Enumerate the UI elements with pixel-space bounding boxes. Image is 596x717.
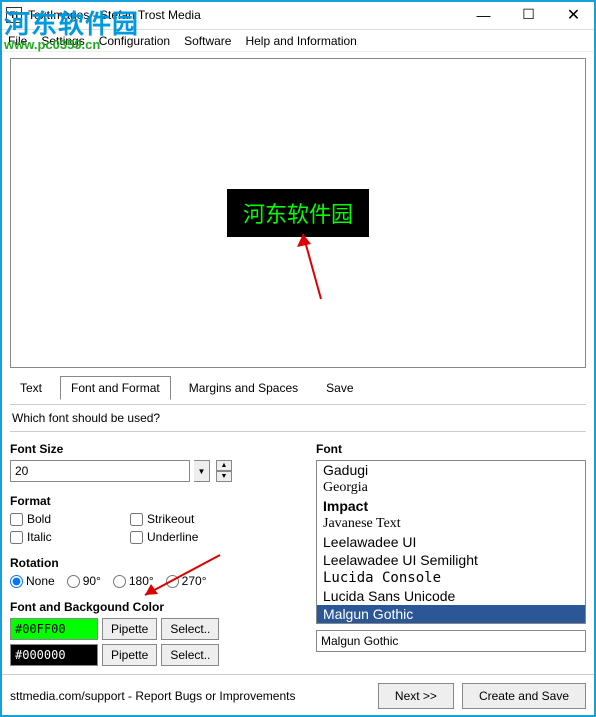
font-color-input[interactable]	[10, 618, 98, 640]
color-label: Font and Backgound Color	[10, 600, 300, 614]
create-save-button[interactable]: Create and Save	[462, 683, 586, 709]
font-item-lucida-sans[interactable]: Lucida Sans Unicode	[317, 587, 585, 605]
window-title: TextImages - Stefan Trost Media	[28, 8, 461, 22]
font-item-leelawadee-semi[interactable]: Leelawadee UI Semilight	[317, 551, 585, 569]
footer: sttmedia.com/support - Report Bugs or Im…	[0, 674, 596, 717]
bg-color-pipette-button[interactable]: Pipette	[102, 644, 157, 666]
bold-checkbox[interactable]: Bold	[10, 512, 130, 526]
tab-text[interactable]: Text	[10, 377, 52, 399]
preview-area: 河东软件园	[10, 58, 586, 368]
strikeout-checkbox[interactable]: Strikeout	[130, 512, 250, 526]
titlebar: TI TextImages - Stefan Trost Media — ☐ ✕	[0, 0, 596, 30]
menu-configuration[interactable]: Configuration	[99, 34, 170, 48]
font-item-lucida-console[interactable]: Lucida Console	[317, 569, 585, 587]
font-color-pipette-button[interactable]: Pipette	[102, 618, 157, 640]
rotation-none-radio[interactable]: None	[10, 574, 55, 588]
rotation-90-radio[interactable]: 90°	[67, 574, 101, 588]
font-label: Font	[316, 442, 586, 456]
format-label: Format	[10, 494, 300, 508]
close-button[interactable]: ✕	[551, 0, 596, 29]
font-item-leelawadee[interactable]: Leelawadee UI	[317, 533, 585, 551]
font-size-label: Font Size	[10, 442, 300, 456]
tab-bar: Text Font and Format Margins and Spaces …	[10, 376, 586, 400]
bg-color-select-button[interactable]: Select..	[161, 644, 219, 666]
font-item-malgun-semi[interactable]: Malgun Gothic Semilight	[317, 623, 585, 624]
tab-font-format[interactable]: Font and Format	[60, 376, 171, 400]
font-item-javanese[interactable]: Javanese Text	[317, 515, 585, 533]
maximize-button[interactable]: ☐	[506, 0, 551, 29]
font-list[interactable]: Gadugi Georgia Impact Javanese Text Leel…	[316, 460, 586, 624]
tab-margins[interactable]: Margins and Spaces	[179, 377, 308, 399]
font-item-georgia[interactable]: Georgia	[317, 479, 585, 497]
font-size-down-icon[interactable]: ▼	[216, 471, 232, 482]
font-item-gadugi[interactable]: Gadugi	[317, 461, 585, 479]
font-size-input[interactable]	[10, 460, 190, 482]
rotation-180-radio[interactable]: 180°	[113, 574, 154, 588]
menu-settings[interactable]: Settings	[41, 34, 84, 48]
rotation-270-radio[interactable]: 270°	[166, 574, 207, 588]
menubar: File Settings Configuration Software Hel…	[0, 30, 596, 52]
font-item-impact[interactable]: Impact	[317, 497, 585, 515]
next-button[interactable]: Next >>	[378, 683, 454, 709]
font-size-dropdown-icon[interactable]: ▼	[194, 460, 210, 482]
annotation-arrow-icon	[291, 229, 331, 309]
menu-file[interactable]: File	[8, 34, 27, 48]
font-item-malgun[interactable]: Malgun Gothic	[317, 605, 585, 623]
menu-help[interactable]: Help and Information	[245, 34, 356, 48]
question-label: Which font should be used?	[12, 411, 584, 425]
footer-status: sttmedia.com/support - Report Bugs or Im…	[10, 689, 370, 703]
rotation-label: Rotation	[10, 556, 300, 570]
font-size-up-icon[interactable]: ▲	[216, 460, 232, 471]
font-color-select-button[interactable]: Select..	[161, 618, 219, 640]
italic-checkbox[interactable]: Italic	[10, 530, 130, 544]
menu-software[interactable]: Software	[184, 34, 231, 48]
minimize-button[interactable]: —	[461, 0, 506, 29]
tab-save[interactable]: Save	[316, 377, 363, 399]
bg-color-input[interactable]	[10, 644, 98, 666]
app-icon: TI	[6, 7, 22, 23]
underline-checkbox[interactable]: Underline	[130, 530, 250, 544]
selected-font-input[interactable]	[316, 630, 586, 652]
